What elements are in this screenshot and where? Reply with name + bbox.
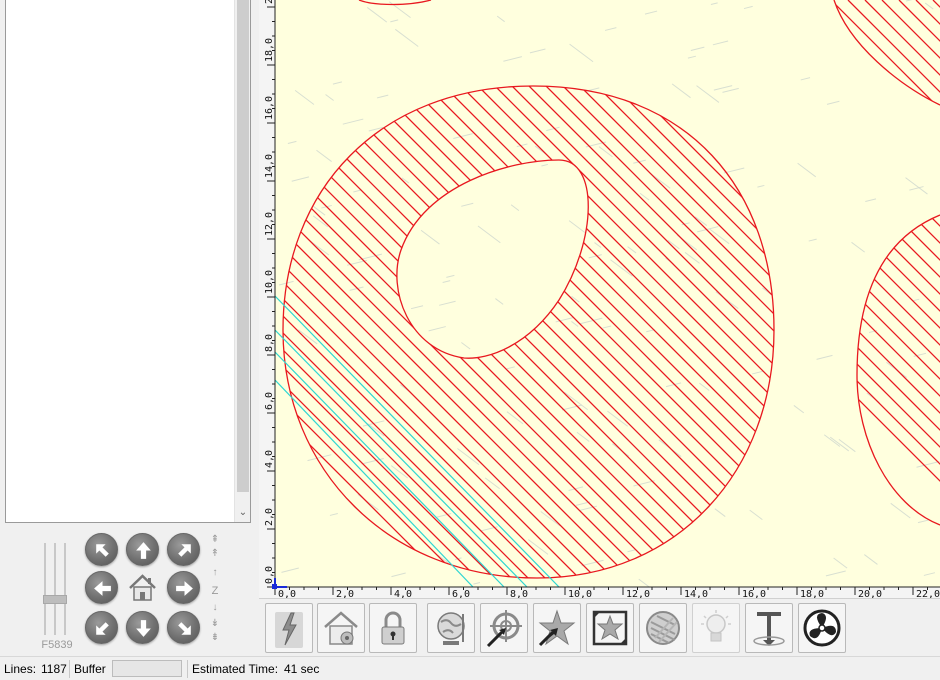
lines-count: 1187 [41, 662, 67, 676]
feed-speed-slider[interactable] [40, 543, 70, 635]
x-tick-label: 0,0 [278, 589, 296, 598]
padlock-icon [381, 611, 405, 645]
arrow-right-icon [176, 581, 193, 596]
z-up-button[interactable]: ↑ [208, 568, 222, 578]
fan-button[interactable] [798, 603, 846, 653]
z-up-medium-button[interactable]: ↟ [208, 549, 222, 559]
lightning-icon [275, 612, 303, 648]
jog-down-right-button[interactable] [167, 611, 200, 644]
x-tick-label: 22,0 [916, 589, 940, 598]
z-jog-column: ⇞ ↟ ↑ Z ↓ ↡ ⇟ [208, 535, 222, 645]
y-tick-label: 18,0 [264, 38, 275, 62]
slider-rail [44, 543, 46, 635]
house-icon [324, 611, 358, 645]
y-tick-label: 12,0 [264, 212, 275, 236]
command-log-list[interactable]: ⌄ [5, 0, 251, 523]
y-tick-label: 16,0 [264, 96, 275, 120]
air-assist-button[interactable] [745, 603, 793, 653]
focus-grid-icon [646, 611, 680, 645]
x-tick-label: 2,0 [336, 589, 354, 598]
z-up-fast-button[interactable]: ⇞ [208, 535, 222, 545]
jog-up-right-button[interactable] [167, 533, 200, 566]
focus-button[interactable] [639, 603, 687, 653]
star-arrow-icon [538, 609, 576, 647]
left-panel: ⌄ F5839 ⇞ ↟ ↑ Z ↓ ↡ ⇟ [0, 0, 258, 656]
frame-star-button[interactable] [533, 603, 581, 653]
jog-down-left-button[interactable] [85, 611, 118, 644]
jog-up-left-button[interactable] [85, 533, 118, 566]
x-tick-label: 8,0 [510, 589, 528, 598]
laser-fire-button[interactable] [265, 603, 313, 653]
arrow-down-left-icon [96, 622, 109, 635]
house-icon [129, 574, 156, 601]
lines-label: Lines: [4, 662, 37, 676]
arrow-up-icon [136, 542, 151, 559]
jog-controls: F5839 ⇞ ↟ ↑ Z ↓ ↡ ⇟ [5, 527, 251, 656]
crosshair-icon [486, 610, 522, 648]
z-down-fast-button[interactable]: ⇟ [208, 633, 222, 643]
fan-icon [803, 609, 841, 647]
frame-bounds-button[interactable] [586, 603, 634, 653]
slider-thumb[interactable] [43, 595, 67, 604]
slider-rail [54, 543, 56, 635]
x-tick-label: 6,0 [452, 589, 470, 598]
x-tick-label: 20,0 [858, 589, 882, 598]
buffer-progress-bar [112, 660, 182, 677]
log-scroll-thumb[interactable] [237, 0, 249, 492]
frame-icon [592, 610, 628, 646]
jog-home-button[interactable] [126, 571, 159, 604]
unlock-button[interactable] [369, 603, 417, 653]
globe-icon [437, 612, 465, 645]
z-axis-label: Z [211, 585, 219, 597]
x-tick-label: 12,0 [626, 589, 650, 598]
estimated-time-label: Estimated Time: [192, 662, 279, 676]
status-bar: Lines: 1187 Buffer Estimated Time: 41 se… [0, 656, 940, 680]
y-tick-label: 20 [264, 0, 275, 4]
y-tick-label: 4,0 [264, 450, 275, 468]
x-tick-label: 4,0 [394, 589, 412, 598]
x-tick-label: 10,0 [568, 589, 592, 598]
jog-left-button[interactable] [85, 571, 118, 604]
laser-app-window: ⌄ F5839 ⇞ ↟ ↑ Z ↓ ↡ ⇟ 0,0 2,0 4,0 6,0 8,… [0, 0, 940, 680]
jog-down-button[interactable] [126, 611, 159, 644]
scroll-down-icon[interactable]: ⌄ [235, 504, 251, 522]
status-separator [69, 660, 70, 678]
homing-button[interactable] [317, 603, 365, 653]
x-tick-label: 16,0 [742, 589, 766, 598]
light-button[interactable] [692, 603, 740, 653]
jog-right-button[interactable] [167, 571, 200, 604]
air-assist-icon [753, 612, 785, 646]
arrow-down-right-icon [178, 622, 191, 635]
z-down-button[interactable]: ↓ [208, 603, 222, 613]
y-tick-label: 6,0 [264, 392, 275, 410]
set-origin-button[interactable] [427, 603, 475, 653]
log-scrollbar[interactable]: ⌄ [234, 0, 250, 522]
x-tick-label: 18,0 [800, 589, 824, 598]
action-toolbar [259, 598, 940, 656]
arrow-down-icon [136, 620, 151, 637]
arrow-left-icon [94, 581, 111, 596]
arrow-up-left-icon [96, 544, 109, 557]
buffer-label: Buffer [74, 662, 106, 676]
jog-up-button[interactable] [126, 533, 159, 566]
estimated-time-value: 41 sec [284, 662, 320, 676]
x-tick-label: 14,0 [684, 589, 708, 598]
feed-rate-label: F5839 [41, 639, 73, 651]
y-tick-label: 10,0 [264, 270, 275, 294]
z-down-medium-button[interactable]: ↡ [208, 619, 222, 629]
y-tick-label: 2,0 [264, 508, 275, 526]
job-preview-plot[interactable]: 0,0 2,0 4,0 6,0 8,0 10,0 12,0 14,0 16,0 18,0 20,0 2… [259, 0, 940, 598]
bulb-icon [701, 610, 731, 642]
preview-canvas[interactable]: 0,0 2,0 4,0 6,0 8,0 10,0 12,0 14,0 16,0 18,0 20,0 2… [259, 0, 940, 598]
arrow-up-right-icon [178, 544, 191, 557]
status-separator [187, 660, 188, 678]
y-tick-label: 14,0 [264, 154, 275, 178]
goto-origin-button[interactable] [480, 603, 528, 653]
plot-background [275, 0, 940, 587]
y-tick-label: 8,0 [264, 334, 275, 352]
slider-rail [64, 543, 66, 635]
y-tick-label: 0,0 [264, 566, 275, 584]
